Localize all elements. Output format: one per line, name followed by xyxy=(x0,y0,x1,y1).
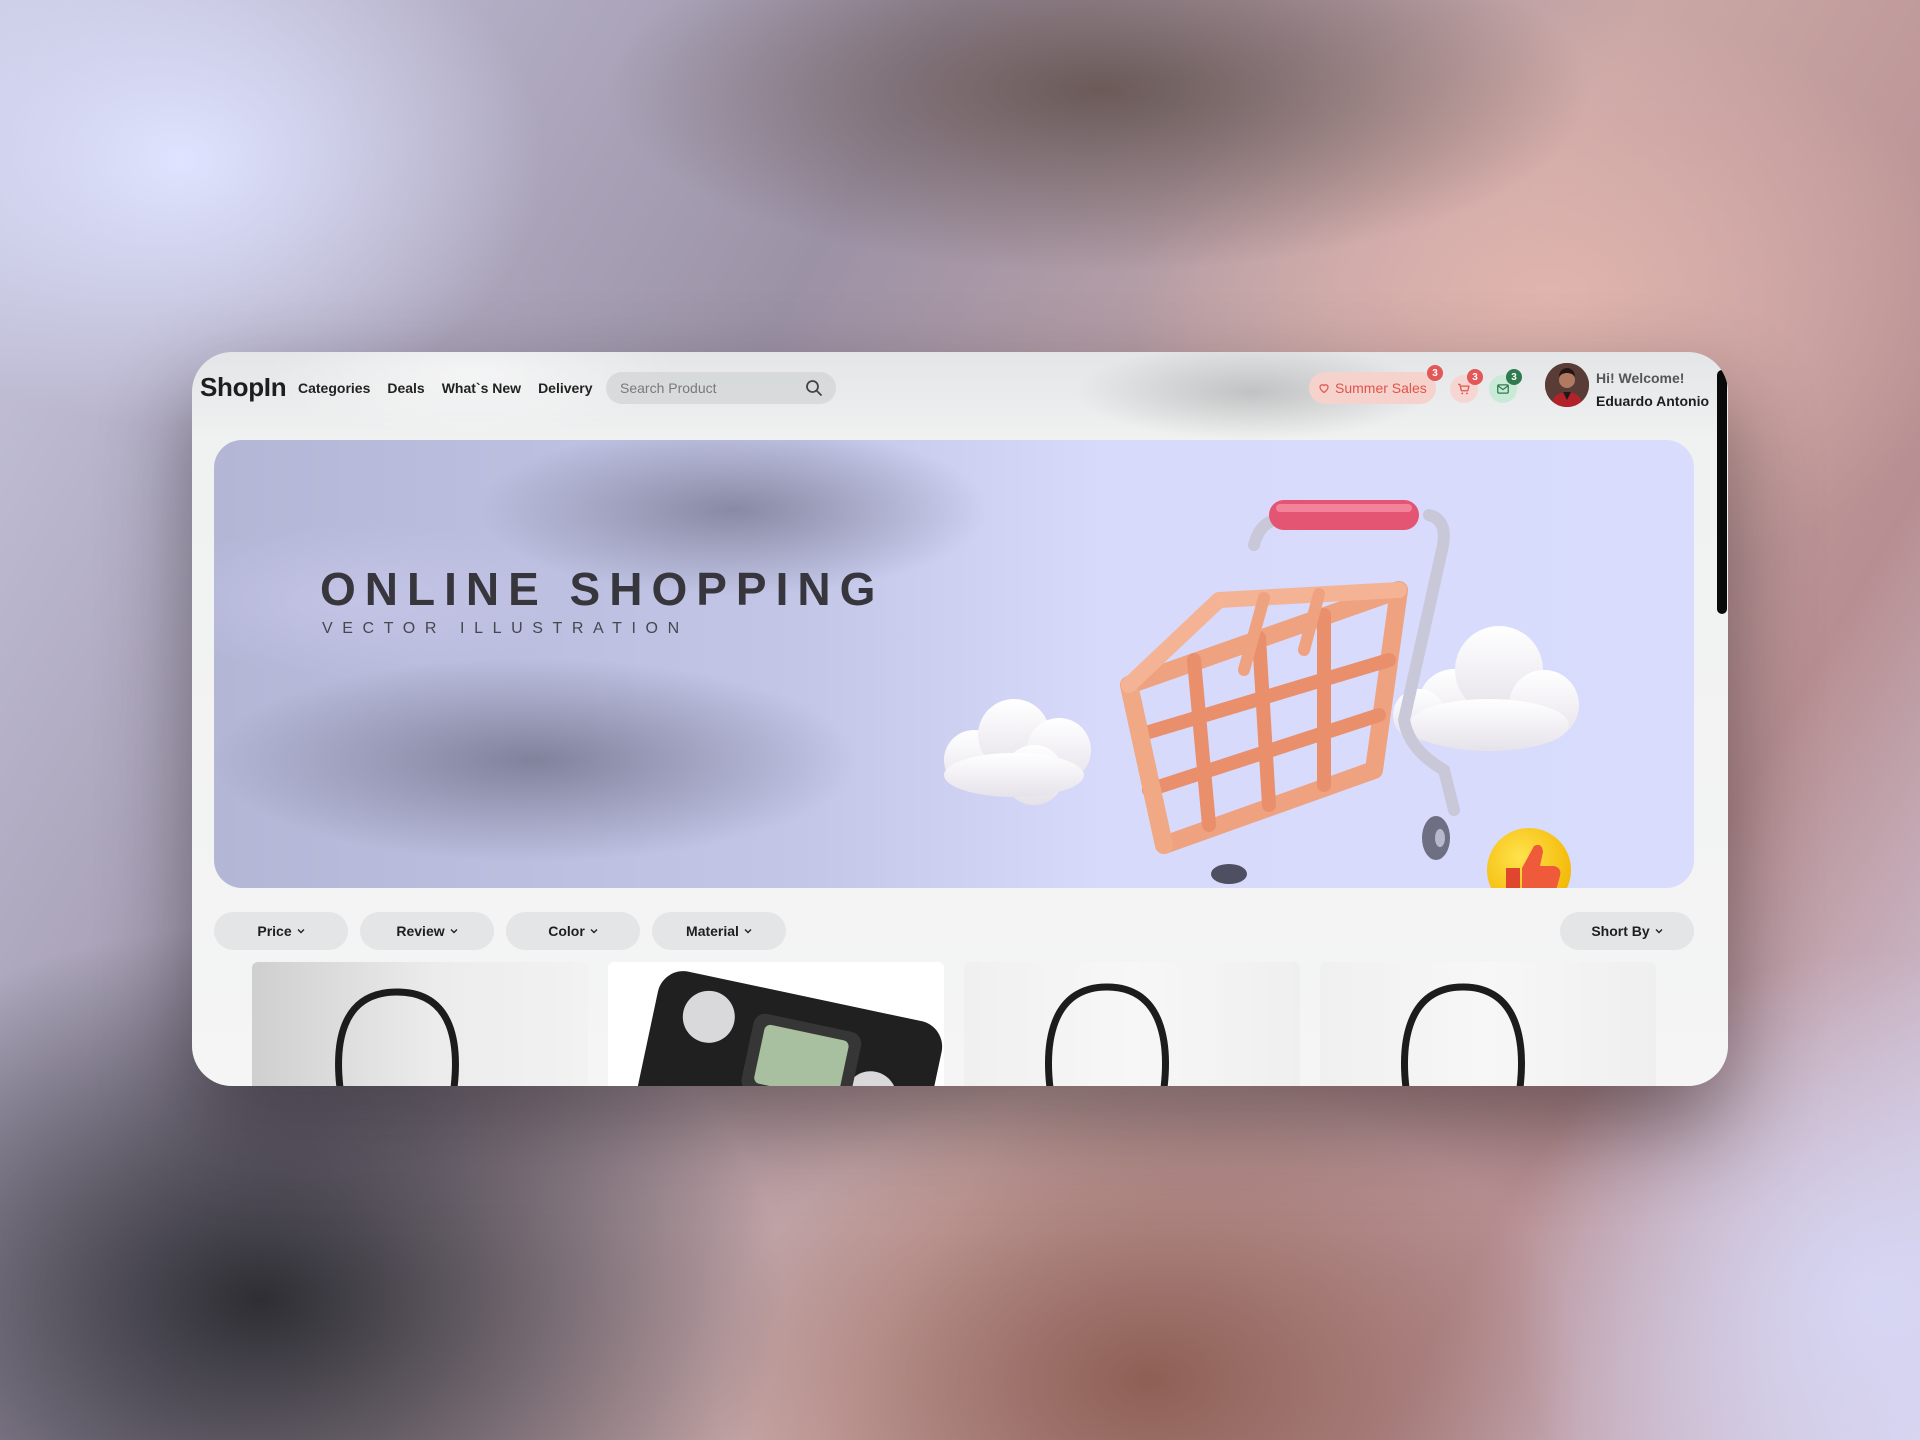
hero-banner[interactable]: ONLINE SHOPPING VECTOR ILLUSTRATION xyxy=(214,440,1694,888)
filter-review-label: Review xyxy=(396,923,445,939)
filter-color[interactable]: Color xyxy=(506,912,640,950)
filter-price-label: Price xyxy=(257,923,292,939)
chevron-down-icon xyxy=(1655,928,1663,934)
scale-icon xyxy=(634,971,943,1086)
summer-sales-label: Summer Sales xyxy=(1335,380,1427,396)
hero-subtitle: VECTOR ILLUSTRATION xyxy=(322,620,689,637)
search-input[interactable] xyxy=(620,380,804,396)
filter-color-label: Color xyxy=(548,923,585,939)
filter-material[interactable]: Material xyxy=(652,912,786,950)
shopping-cart-illustration xyxy=(944,500,1579,888)
app-window: ShopIn Categories Deals What`s New Deliv… xyxy=(192,352,1728,1086)
nav-item-deals[interactable]: Deals xyxy=(387,380,424,396)
chevron-down-icon xyxy=(590,928,598,934)
filter-price[interactable]: Price xyxy=(214,912,348,950)
nav-item-categories[interactable]: Categories xyxy=(298,380,370,396)
chevron-down-icon xyxy=(450,928,458,934)
messages-badge: 3 xyxy=(1506,369,1522,385)
thumbs-up-icon xyxy=(1487,828,1571,888)
summer-sales-button[interactable]: Summer Sales xyxy=(1309,372,1436,404)
product-card[interactable] xyxy=(608,962,944,1086)
cart-badge: 3 xyxy=(1467,369,1483,385)
jump-rope-icon xyxy=(1401,983,1525,1086)
promo-badge: 3 xyxy=(1427,365,1443,381)
product-card[interactable] xyxy=(252,962,588,1086)
filter-bar: Price Review Color Material Short By xyxy=(214,912,1694,952)
sort-by-label: Short By xyxy=(1591,923,1650,939)
search-icon[interactable] xyxy=(804,378,824,398)
nav-item-whats-new[interactable]: What`s New xyxy=(442,380,521,396)
chevron-down-icon xyxy=(297,928,305,934)
product-grid xyxy=(192,962,1728,1086)
scrollbar-thumb[interactable] xyxy=(1717,370,1727,614)
jump-rope-icon xyxy=(1045,983,1169,1086)
cart-frame xyxy=(1120,500,1460,854)
user-name[interactable]: Eduardo Antonio xyxy=(1596,393,1709,409)
heart-icon xyxy=(1318,382,1330,394)
mail-icon xyxy=(1497,384,1509,394)
chevron-down-icon xyxy=(744,928,752,934)
header: ShopIn Categories Deals What`s New Deliv… xyxy=(192,352,1728,438)
cloud-left-icon xyxy=(944,699,1091,805)
product-card[interactable] xyxy=(1320,962,1656,1086)
product-card[interactable] xyxy=(964,962,1300,1086)
logo[interactable]: ShopIn xyxy=(200,372,287,403)
search-bar xyxy=(606,372,836,404)
filter-review[interactable]: Review xyxy=(360,912,494,950)
jump-rope-icon xyxy=(335,988,459,1086)
avatar[interactable] xyxy=(1545,363,1589,407)
nav-item-delivery[interactable]: Delivery xyxy=(538,380,592,396)
filter-material-label: Material xyxy=(686,923,739,939)
welcome-text: Hi! Welcome! xyxy=(1596,370,1685,386)
cart-icon xyxy=(1458,383,1470,395)
hero-title: ONLINE SHOPPING xyxy=(320,563,885,615)
sort-by-dropdown[interactable]: Short By xyxy=(1560,912,1694,950)
main-nav: Categories Deals What`s New Delivery xyxy=(298,380,593,396)
